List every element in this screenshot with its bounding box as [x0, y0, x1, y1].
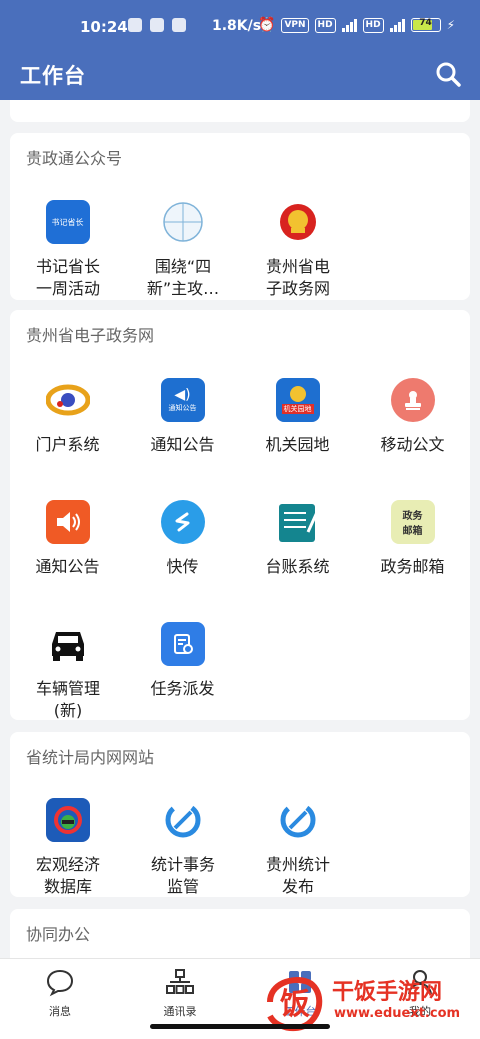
- search-icon[interactable]: [434, 60, 462, 88]
- app-tile-four-new[interactable]: 围绕“四新”主攻…: [125, 200, 240, 300]
- org-chart-icon: [166, 969, 194, 994]
- battery-icon: 74: [410, 18, 441, 32]
- hd-badge: HD: [314, 17, 336, 33]
- page-title: 工作台: [20, 64, 86, 88]
- tab-label: 通讯录: [163, 1005, 197, 1018]
- chat-icon: [46, 969, 74, 997]
- app-tile-ledger[interactable]: 台账系统: [240, 500, 355, 578]
- section-guizhou-egov: 贵州省电子政务网 门户系统 ◀) 通知公告 通知公告 机关园地 机关园地 移动公…: [10, 310, 470, 720]
- section-gzt-public: 贵政通公众号 书记省长 书记省长一周活动 围绕“四新”主攻… 贵州省电子政务网: [10, 133, 470, 300]
- task-icon: [160, 622, 205, 666]
- app-tile-notice-board[interactable]: ◀) 通知公告 通知公告: [125, 378, 240, 456]
- app-label: 贵州统计发布: [265, 855, 330, 896]
- stamp-icon: [390, 378, 435, 422]
- mailbox-icon: 政务 邮箱: [390, 500, 435, 544]
- section-collaboration: 协同办公: [10, 909, 470, 960]
- signal-icon-2: [389, 18, 405, 32]
- watermark-url: www.eduext.com: [334, 1006, 461, 1021]
- portal-icon: [45, 378, 90, 422]
- app-label: 快传: [166, 557, 199, 576]
- garden-icon: 机关园地: [275, 378, 320, 422]
- app-label: 围绕“四新”主攻…: [146, 257, 220, 298]
- app-label: 移动公文: [380, 435, 445, 454]
- watermark-logo-icon: 饭: [267, 977, 323, 1032]
- app-label: 贵州省电子政务网: [265, 257, 330, 298]
- tab-messages[interactable]: 消息: [0, 967, 120, 1019]
- section-title: 贵政通公众号: [26, 149, 123, 168]
- home-indicator[interactable]: [150, 1024, 330, 1029]
- app-tile-mobile-doc[interactable]: 移动公文: [355, 378, 470, 456]
- top-card-partial: [10, 100, 470, 122]
- four-new-icon: [161, 200, 205, 244]
- tab-contacts[interactable]: 通讯录: [120, 967, 240, 1019]
- statistics-release-icon: [276, 798, 320, 842]
- quick-transfer-icon: [160, 500, 205, 544]
- alarm-icon: ⏰: [258, 17, 276, 33]
- app-tile-quick-transfer[interactable]: 快传: [125, 500, 240, 578]
- app-label: 统计事务监管: [150, 855, 215, 896]
- app-tile-weekly-activity[interactable]: 书记省长 书记省长一周活动: [10, 200, 125, 300]
- battery-level: 74: [419, 18, 432, 28]
- signal-icon: [341, 18, 357, 32]
- app-label: 政务邮箱: [380, 557, 445, 576]
- app-label: 机关园地: [265, 435, 330, 454]
- site-watermark: 饭 干饭手游网 www.eduext.com: [262, 972, 472, 1032]
- status-time: 10:24: [80, 18, 128, 36]
- notice-board-icon: ◀) 通知公告: [160, 378, 205, 422]
- app-label: 宏观经济数据库: [35, 855, 100, 896]
- status-bar: 10:24 1.8K/s ⏰ VPN HD HD 74 ⚡: [0, 0, 480, 50]
- car-icon: [46, 622, 90, 666]
- app-tile-statistics[interactable]: 统计事务监管: [125, 798, 240, 898]
- notification-icon: [172, 18, 186, 32]
- app-tile-notice[interactable]: 通知公告: [10, 500, 125, 578]
- national-emblem-icon: [276, 200, 320, 244]
- vpn-badge: VPN: [281, 17, 309, 33]
- section-title: 贵州省电子政务网: [26, 326, 155, 345]
- charging-icon: ⚡: [446, 18, 455, 32]
- app-tile-garden[interactable]: 机关园地 机关园地: [240, 378, 355, 456]
- notification-icon: [150, 18, 164, 32]
- app-bar: 工作台: [0, 50, 480, 100]
- app-tile-vehicle[interactable]: 车辆管理(新): [10, 622, 125, 722]
- status-right-icons: ⏰ VPN HD HD 74 ⚡: [258, 17, 455, 33]
- app-label: 车辆管理(新): [35, 679, 100, 720]
- app-label: 任务派发: [150, 679, 215, 698]
- app-tile-statistics-release[interactable]: 贵州统计发布: [240, 798, 355, 898]
- net-speed: 1.8K/s: [212, 18, 262, 34]
- statistics-icon: [161, 798, 205, 842]
- ledger-icon: [276, 500, 320, 544]
- tab-label: 消息: [49, 1005, 71, 1018]
- workbench-content[interactable]: 贵政通公众号 书记省长 书记省长一周活动 围绕“四新”主攻… 贵州省电子政务网 …: [0, 100, 480, 960]
- app-tile-portal[interactable]: 门户系统: [10, 378, 125, 456]
- svg-text:饭: 饭: [280, 987, 310, 1022]
- app-tile-egov[interactable]: 贵州省电子政务网: [240, 200, 355, 300]
- app-tile-macro-economy[interactable]: 宏观经济数据库: [10, 798, 125, 898]
- section-statistics-intranet: 省统计局内网网站 宏观经济数据库 统计事务监管 贵州统计发布: [10, 732, 470, 897]
- app-label: 门户系统: [35, 435, 100, 454]
- speaker-icon: [45, 500, 90, 544]
- app-label: 书记省长一周活动: [35, 257, 100, 298]
- app-tile-mailbox[interactable]: 政务 邮箱 政务邮箱: [355, 500, 470, 578]
- notification-icon: [128, 18, 142, 32]
- app-label: 通知公告: [150, 435, 215, 454]
- section-title: 协同办公: [26, 925, 91, 944]
- app-label: 台账系统: [265, 557, 330, 576]
- notification-icons: [128, 18, 186, 32]
- section-title: 省统计局内网网站: [26, 748, 155, 767]
- hd-badge-2: HD: [362, 17, 384, 33]
- app-tile-task[interactable]: 任务派发: [125, 622, 240, 700]
- weekly-activity-icon: 书记省长: [45, 200, 90, 244]
- app-label: 通知公告: [35, 557, 100, 576]
- macro-economy-icon: [45, 798, 90, 842]
- watermark-text: 干饭手游网: [332, 980, 443, 1005]
